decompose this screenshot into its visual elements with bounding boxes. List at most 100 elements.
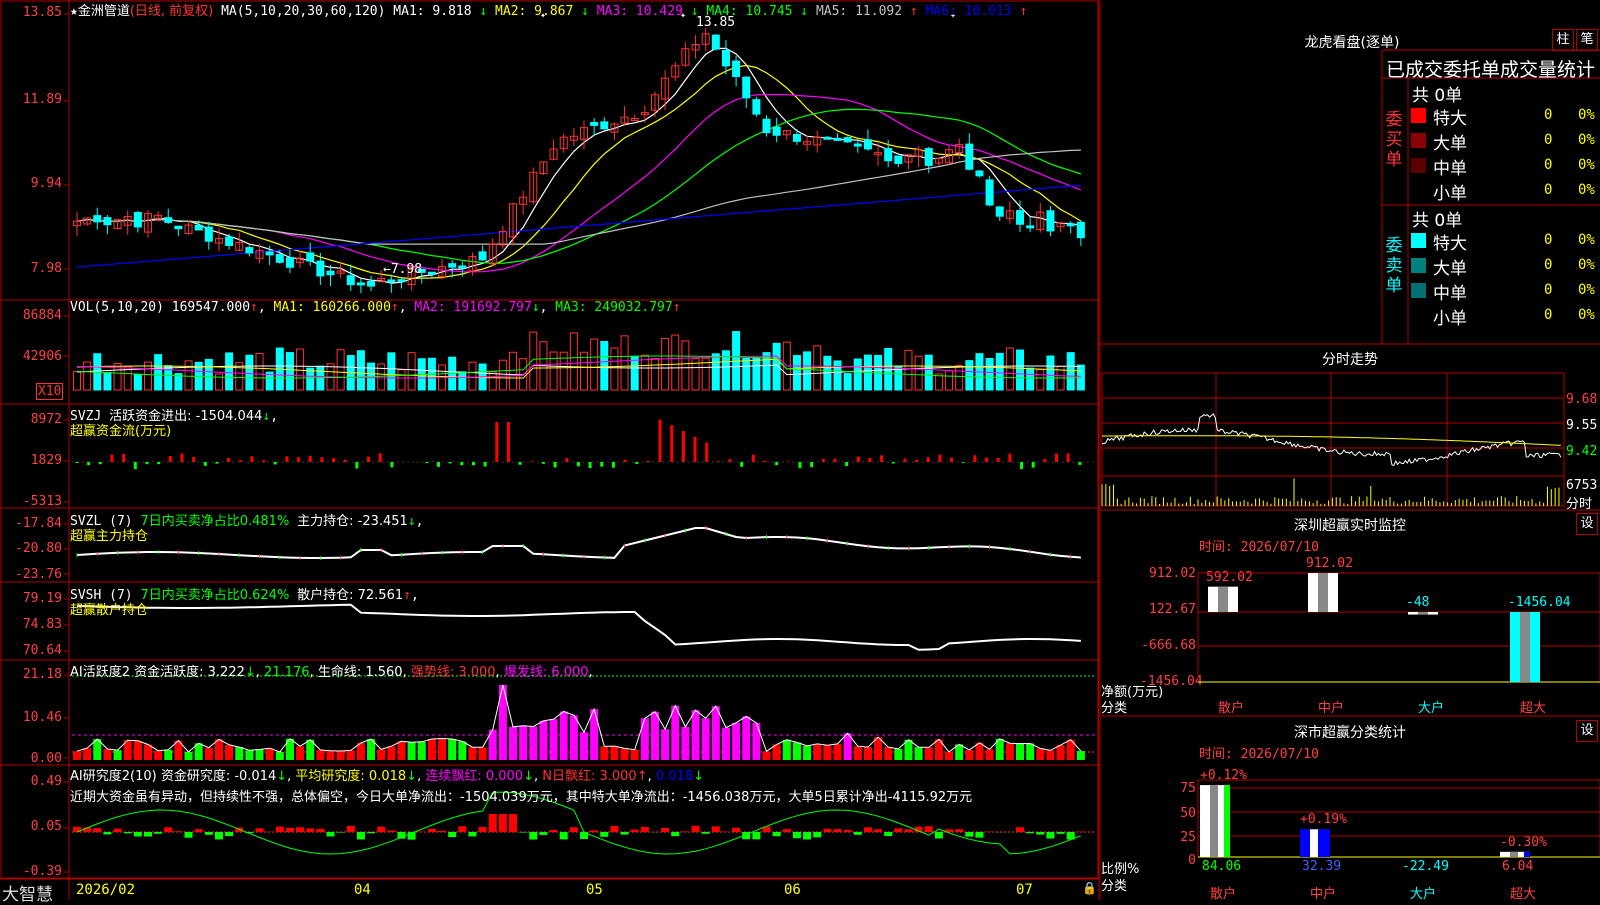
ma-value-1: MA1: 9.818 <box>393 4 479 19</box>
ai-active-bar <box>509 727 517 760</box>
ai-research-label: 资金研究度: -0.014 <box>161 769 276 784</box>
ai-active-bar <box>316 750 324 760</box>
svzj-bar <box>285 456 288 462</box>
ai-active-bar <box>276 752 284 760</box>
svzj-bar <box>647 461 650 462</box>
ai-active-bar <box>1006 743 1014 760</box>
candle-body <box>357 283 364 285</box>
price-tick-2: 9.94 <box>0 176 62 191</box>
svzj-bar <box>892 462 895 464</box>
star-icon[interactable]: ★ <box>70 4 78 19</box>
ai-active-bar <box>397 741 405 760</box>
volume-bar <box>956 366 963 390</box>
svzj-bar <box>997 458 1000 462</box>
ai-active-bar <box>134 741 142 760</box>
candle-body <box>327 271 334 275</box>
volume-bar <box>1067 353 1074 390</box>
volume-bar <box>307 368 314 390</box>
ai-research-bar <box>103 832 111 834</box>
svzj-bar <box>985 458 988 462</box>
svzj-bar <box>379 453 382 462</box>
svzl-green: 7日内买卖净占比0.481% <box>140 514 289 529</box>
svzj-bar <box>472 462 475 465</box>
ai-active-bar <box>418 742 426 760</box>
ai-active-bar <box>408 742 416 760</box>
ma-value-5: MA5: 11.092 <box>816 4 910 19</box>
ma-value-6: MA6: 10.013 <box>926 4 1020 19</box>
svzj-bar <box>145 462 148 464</box>
svzj-subtitle: 超赢资金流(万元) <box>70 420 171 439</box>
vol-ma3-arrow: ↑ <box>673 300 681 315</box>
svzj-bar <box>787 461 790 462</box>
ai-research-last-arrow: ↓ <box>693 769 704 784</box>
svzj-bar <box>962 462 965 463</box>
svzj-bar <box>670 425 673 462</box>
lock-icon[interactable]: 🔒 <box>1082 881 1097 895</box>
price-tick-0: 13.85 <box>0 5 62 20</box>
right-chart-canvas[interactable] <box>1100 0 1600 900</box>
volume-bar <box>591 339 598 390</box>
ai-research-bar <box>479 827 487 832</box>
svzj-bar <box>297 457 300 462</box>
price-tick-1: 11.89 <box>0 92 62 107</box>
sz-monitor-bar-shade <box>1218 587 1228 612</box>
stock-name[interactable]: 金洲管道 <box>78 4 130 19</box>
ai-active-bar <box>823 745 831 760</box>
ai-active-bar <box>1026 743 1034 760</box>
ai-active-bar <box>671 706 679 760</box>
ai-research-tick-2: -0.39 <box>0 864 62 879</box>
ai-research-bar <box>935 832 943 838</box>
svzj-bar <box>857 457 860 462</box>
ai-active-bar <box>103 749 111 760</box>
svzj-bar <box>577 462 580 466</box>
svzj-bar <box>320 457 323 462</box>
volume-bar <box>712 354 719 390</box>
candle-body <box>479 252 486 260</box>
svzj-bar <box>903 459 906 462</box>
volume-bar <box>651 358 658 390</box>
ai-active-bar <box>894 749 902 760</box>
volume-bar <box>601 342 608 390</box>
ai-research-bar <box>773 832 781 836</box>
ai-active-bar <box>813 744 821 760</box>
ai-research-bar <box>93 828 101 832</box>
ai-research-bar <box>925 826 933 832</box>
ai-research-avg-arrow: ↓ <box>406 769 417 784</box>
volume-bar <box>996 353 1003 390</box>
volume-bar <box>134 374 141 390</box>
ai-research-cont: 连续飘红: 0.000 <box>425 769 523 784</box>
ai-research-bar <box>327 832 335 836</box>
ai-research-bar <box>195 829 203 832</box>
sz-class-bar-edge <box>1224 785 1230 857</box>
month-05: 05 <box>586 882 603 898</box>
ai-active-bar <box>793 742 801 760</box>
candle-body <box>925 149 932 166</box>
chart-mode[interactable]: (日线, 前复权) <box>130 4 213 19</box>
ai-active-title: AI活跃度2 <box>70 665 130 680</box>
svzl-line <box>77 528 1081 558</box>
volume-bar <box>570 333 577 390</box>
ai-active-bar <box>215 739 223 760</box>
svzj-bar <box>822 459 825 462</box>
ai-active-bar <box>164 750 172 760</box>
candle-body <box>712 35 719 49</box>
candle-body <box>834 138 841 140</box>
svzj-bar <box>775 462 778 465</box>
sz-class-bar-shade <box>1210 785 1218 857</box>
ai-research-bar <box>600 832 608 837</box>
vol-tick-1: 42906 <box>0 349 62 364</box>
svzj-bar <box>227 458 230 462</box>
ai-research-bar <box>1026 832 1034 833</box>
ai-research-bar <box>823 829 831 832</box>
candle-body <box>864 140 871 149</box>
svzj-bar <box>274 462 277 464</box>
candle-body <box>895 156 902 163</box>
candle-body <box>195 225 202 230</box>
ai-active-bar <box>580 732 588 760</box>
candle-body <box>428 272 435 274</box>
vol-value: 169547.000 <box>172 300 250 315</box>
ai-research-bar <box>641 827 649 832</box>
brand-logo[interactable]: 大智慧 <box>2 880 53 905</box>
volume-bar <box>499 360 506 390</box>
candle-body <box>286 258 293 268</box>
